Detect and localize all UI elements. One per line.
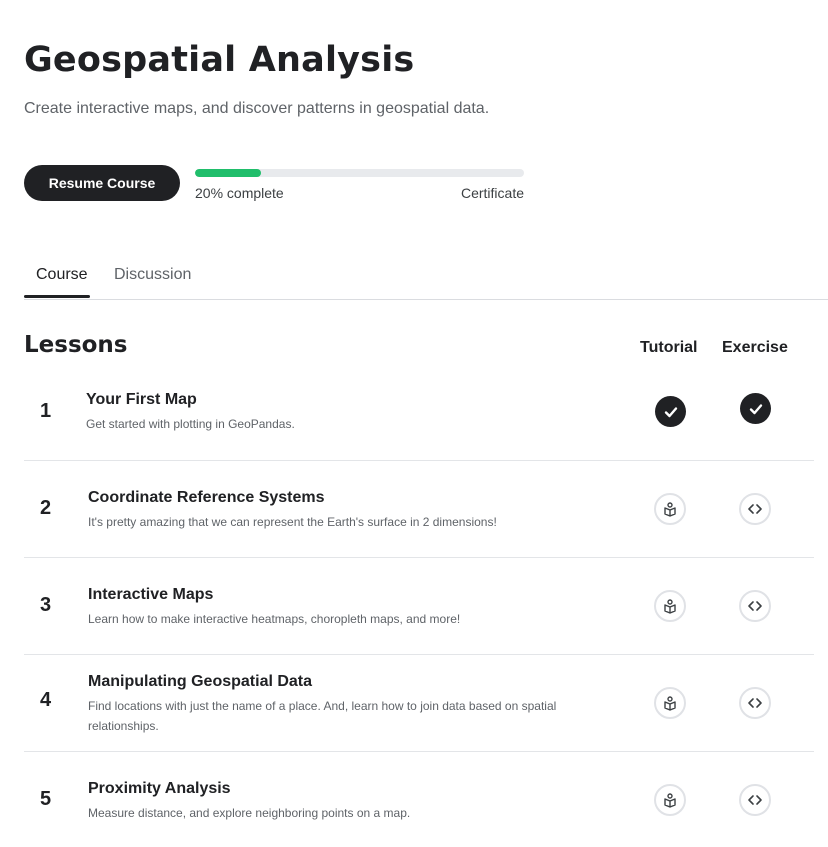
course-tabs: Course Discussion xyxy=(24,262,828,300)
lesson-title[interactable]: Your First Map xyxy=(86,391,197,409)
lesson-row-1: 1 Your First Map Get started with plotti… xyxy=(24,364,814,461)
exercise-code-icon[interactable] xyxy=(739,687,771,719)
exercise-code-icon[interactable] xyxy=(739,590,771,622)
exercise-column-header: Exercise xyxy=(722,339,788,356)
exercise-complete-check-icon[interactable] xyxy=(740,393,771,424)
lesson-description: Find locations with just the name of a p… xyxy=(88,699,557,733)
lesson-row-2: 2 Coordinate Reference Systems It's pret… xyxy=(24,461,814,558)
lesson-title[interactable]: Proximity Analysis xyxy=(88,780,231,798)
exercise-code-icon[interactable] xyxy=(739,493,771,525)
resume-course-button[interactable]: Resume Course xyxy=(24,165,180,201)
tutorial-notebook-icon[interactable] xyxy=(654,590,686,622)
lesson-description: Get started with plotting in GeoPandas. xyxy=(86,417,295,431)
tutorial-notebook-icon[interactable] xyxy=(654,784,686,816)
lessons-heading: Lessons xyxy=(24,332,128,358)
certificate-link[interactable]: Certificate xyxy=(461,185,524,201)
lesson-row-3: 3 Interactive Maps Learn how to make int… xyxy=(24,558,814,655)
tutorial-notebook-icon[interactable] xyxy=(654,687,686,719)
lesson-number: 5 xyxy=(40,788,52,810)
exercise-code-icon[interactable] xyxy=(739,784,771,816)
progress-fill xyxy=(195,169,261,177)
lesson-row-5: 5 Proximity Analysis Measure distance, a… xyxy=(24,752,814,847)
tutorial-notebook-icon[interactable] xyxy=(654,493,686,525)
lesson-number: 2 xyxy=(40,497,52,519)
lesson-title[interactable]: Manipulating Geospatial Data xyxy=(88,673,312,691)
course-title: Geospatial Analysis xyxy=(24,40,415,80)
lesson-number: 3 xyxy=(40,594,52,616)
lesson-number: 1 xyxy=(40,400,52,422)
lesson-description: Learn how to make interactive heatmaps, … xyxy=(88,612,461,626)
progress-bar xyxy=(195,169,524,177)
lesson-description: It's pretty amazing that we can represen… xyxy=(88,515,497,529)
lesson-title[interactable]: Coordinate Reference Systems xyxy=(88,489,325,507)
tab-discussion[interactable]: Discussion xyxy=(114,266,191,284)
lesson-row-4: 4 Manipulating Geospatial Data Find loca… xyxy=(24,655,814,752)
tutorial-column-header: Tutorial xyxy=(640,339,698,356)
lesson-title[interactable]: Interactive Maps xyxy=(88,586,213,604)
course-subtitle: Create interactive maps, and discover pa… xyxy=(24,100,490,117)
lesson-description: Measure distance, and explore neighborin… xyxy=(88,806,411,820)
tutorial-complete-check-icon[interactable] xyxy=(655,396,686,427)
progress-label: 20% complete xyxy=(195,185,284,201)
lesson-number: 4 xyxy=(40,689,52,711)
tab-course[interactable]: Course xyxy=(24,266,90,298)
